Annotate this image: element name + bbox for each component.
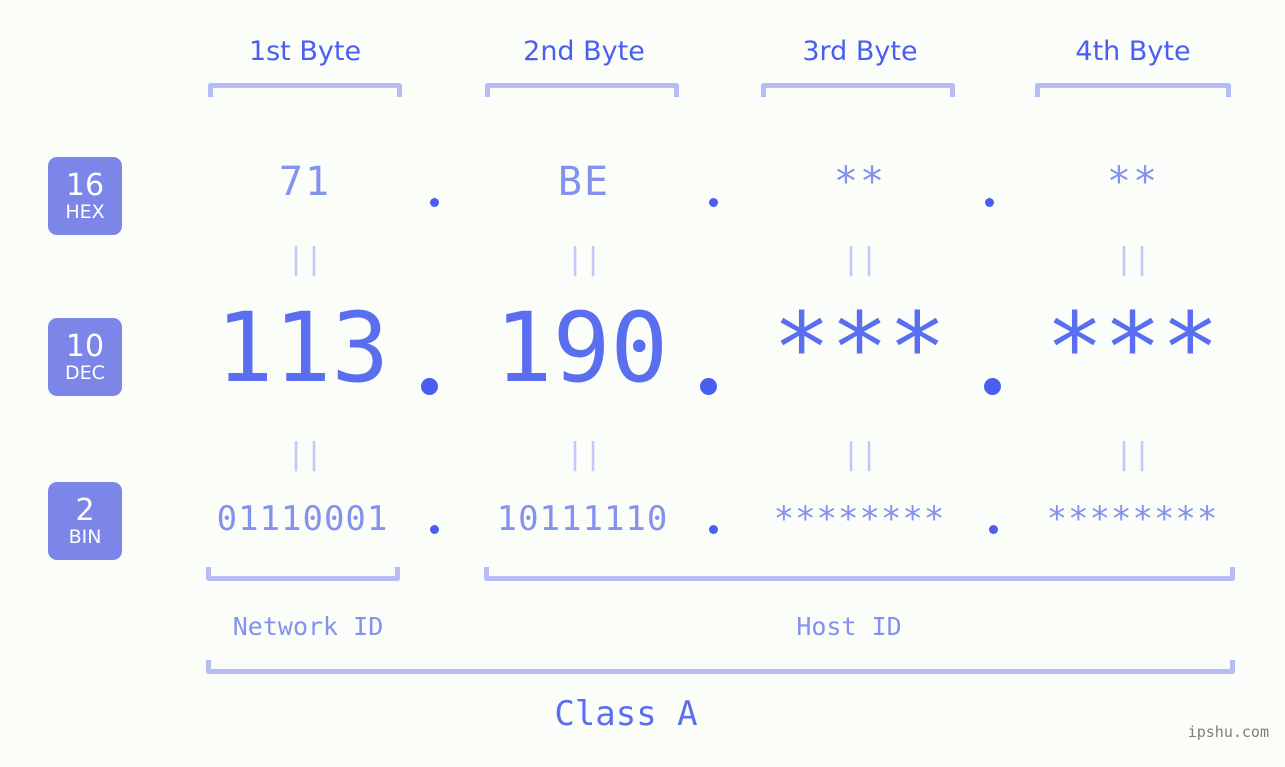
base-badge-hex: 16 HEX [48,157,122,235]
base-badge-bin-label: BIN [68,526,102,548]
bin-byte-3: ******** [773,499,946,539]
equality-separator-dec-bin-2: || [565,437,603,472]
bin-separator-dot-1 [430,525,439,534]
dec-byte-3: *** [772,292,947,404]
byte-header-4: 4th Byte [1075,36,1191,67]
base-badge-dec-label: DEC [65,362,105,384]
class-bracket [206,660,1235,674]
equality-separator-hex-dec-2: || [565,242,603,277]
hex-separator-dot-2 [709,198,718,207]
dec-separator-dot-3 [984,378,1001,395]
dec-byte-4: *** [1045,292,1220,404]
byte-bracket-2 [485,83,679,97]
base-badge-hex-label: HEX [65,201,105,223]
dec-byte-2: 190 [494,292,669,404]
site-watermark: ipshu.com [1187,723,1269,741]
byte-bracket-4 [1035,83,1231,97]
dec-separator-dot-2 [700,378,717,395]
hex-separator-dot-3 [985,198,994,207]
hex-byte-2: BE [557,159,611,205]
dec-separator-dot-1 [421,378,438,395]
bin-byte-4: ******** [1046,499,1219,539]
hex-byte-1: 71 [278,159,332,205]
bin-byte-1: 01110001 [216,499,389,539]
byte-header-1: 1st Byte [248,36,362,67]
bin-byte-2: 10111110 [496,499,669,539]
bin-separator-dot-2 [709,525,718,534]
base-badge-hex-number: 16 [65,168,105,203]
equality-separator-dec-bin-4: || [1114,437,1152,472]
equality-separator-hex-dec-3: || [841,242,879,277]
byte-bracket-1 [208,83,402,97]
base-badge-bin: 2 BIN [48,482,122,560]
class-label: Class A [554,694,698,734]
base-badge-dec: 10 DEC [48,318,122,396]
equality-separator-hex-dec-1: || [286,242,324,277]
base-badge-bin-number: 2 [75,493,95,528]
equality-separator-dec-bin-3: || [841,437,879,472]
hex-separator-dot-1 [430,198,439,207]
bin-separator-dot-3 [989,525,998,534]
byte-header-2: 2nd Byte [523,36,645,67]
dec-byte-1: 113 [215,292,390,404]
host-id-bracket [484,567,1235,581]
byte-bracket-3 [761,83,955,97]
base-badge-dec-number: 10 [65,329,105,364]
equality-separator-hex-dec-4: || [1114,242,1152,277]
hex-byte-3: ** [833,159,887,205]
network-id-label: Network ID [232,612,384,641]
ip-address-breakdown-diagram: 1st Byte 2nd Byte 3rd Byte 4th Byte 16 H… [0,0,1285,767]
equality-separator-dec-bin-1: || [286,437,324,472]
byte-header-3: 3rd Byte [802,36,918,67]
hex-byte-4: ** [1106,159,1160,205]
host-id-label: Host ID [796,612,902,641]
network-id-bracket [206,567,400,581]
